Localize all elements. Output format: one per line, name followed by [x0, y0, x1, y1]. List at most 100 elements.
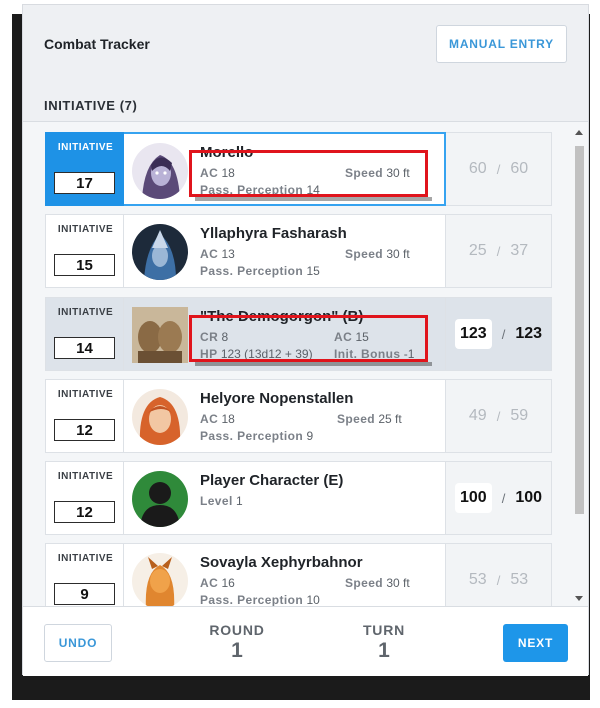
- combatant-name: Morello: [200, 144, 254, 161]
- scroll-up-arrow-icon[interactable]: [575, 130, 583, 135]
- initiative-input[interactable]: 15: [54, 254, 115, 276]
- scrollbar[interactable]: [572, 124, 586, 606]
- speed-stat: Speed 30 ft: [345, 576, 410, 590]
- turn-label: TURN: [362, 622, 406, 638]
- ac-stat: AC 18: [200, 412, 235, 426]
- initiative-label: INITIATIVE: [57, 471, 114, 482]
- hp-cell[interactable]: 123 / 123: [446, 297, 552, 371]
- page-title: Combat Tracker: [44, 36, 150, 52]
- initiative-input[interactable]: 17: [54, 172, 115, 194]
- hp-cell[interactable]: 60 / 60: [446, 132, 552, 206]
- ac-stat: AC 16: [200, 576, 235, 590]
- ac-stat: AC 15: [334, 330, 369, 344]
- hp-separator: /: [496, 572, 501, 588]
- hp-max: 59: [510, 407, 529, 424]
- perception-stat: Pass. Perception 9: [200, 429, 314, 443]
- combatant-row[interactable]: INITIATIVE 12 Helyore Nopenstallen AC 18…: [45, 379, 552, 453]
- combatant-card[interactable]: Helyore Nopenstallen AC 18 Speed 25 ft P…: [124, 379, 446, 453]
- combatant-name: Yllaphyra Fasharash: [200, 225, 347, 242]
- combatant-card[interactable]: Player Character (E) Level 1: [124, 461, 446, 535]
- hp-cell[interactable]: 49 / 59: [446, 379, 552, 453]
- initiative-label: INITIATIVE: [57, 553, 114, 564]
- cr-stat: CR 8: [200, 330, 229, 344]
- initiative-cell: INITIATIVE 15: [45, 214, 124, 288]
- combatant-card[interactable]: Yllaphyra Fasharash AC 13 Speed 30 ft Pa…: [124, 214, 446, 288]
- hp-current: 60: [468, 160, 487, 177]
- initiative-section-title: INITIATIVE (7): [44, 98, 138, 113]
- turn-value: 1: [378, 639, 390, 662]
- hp-current: 25: [468, 242, 487, 259]
- combatant-row[interactable]: INITIATIVE 15 Yllaphyra Fasharash AC 13 …: [45, 214, 552, 288]
- initiative-input[interactable]: 14: [54, 337, 115, 359]
- combatant-row[interactable]: INITIATIVE 14 "The Demogorgon" (B) CR 8 …: [45, 297, 552, 371]
- perception-stat: Pass. Perception 14: [200, 183, 320, 197]
- hp-current-input[interactable]: 100: [454, 483, 492, 513]
- initiative-label: INITIATIVE: [57, 389, 114, 400]
- scrollbar-thumb[interactable]: [575, 146, 584, 514]
- undo-button[interactable]: UNDO: [44, 624, 112, 662]
- scroll-down-arrow-icon[interactable]: [575, 596, 583, 601]
- hp-separator: /: [501, 326, 506, 342]
- speed-stat: Speed 30 ft: [345, 247, 410, 261]
- perception-stat: Pass. Perception 15: [200, 264, 320, 278]
- initiative-input[interactable]: 9: [54, 583, 115, 605]
- initiative-cell: INITIATIVE 14: [45, 297, 124, 371]
- hp-current-input[interactable]: 123: [454, 319, 492, 349]
- round-label: ROUND: [209, 622, 265, 638]
- avatar: [132, 389, 188, 445]
- initiative-cell: INITIATIVE 12: [45, 379, 124, 453]
- hp-max: 100: [515, 489, 543, 506]
- hp-max: 53: [510, 571, 529, 588]
- initiative-label: INITIATIVE: [57, 142, 114, 153]
- initiative-label: INITIATIVE: [57, 307, 114, 318]
- footer-bar: UNDO ROUND 1 TURN 1 NEXT: [23, 606, 588, 676]
- perception-stat: Pass. Perception 10: [200, 593, 320, 607]
- initiative-input[interactable]: 12: [54, 501, 115, 523]
- initiative-cell: INITIATIVE 17: [45, 132, 124, 206]
- hp-cell[interactable]: 53 / 53: [446, 543, 552, 607]
- ac-stat: AC 18: [200, 166, 235, 180]
- initiative-cell: INITIATIVE 9: [45, 543, 124, 607]
- avatar: [132, 307, 188, 363]
- hp-separator: /: [496, 161, 501, 177]
- initiative-input[interactable]: 12: [54, 419, 115, 441]
- avatar: [132, 143, 188, 199]
- combatant-row[interactable]: INITIATIVE 9 Sovayla Xephyrbahnor AC 16 …: [45, 543, 552, 607]
- initiative-label: INITIATIVE: [57, 224, 114, 235]
- combatant-name: Sovayla Xephyrbahnor: [200, 554, 363, 571]
- combatant-card[interactable]: Sovayla Xephyrbahnor AC 16 Speed 30 ft P…: [124, 543, 446, 607]
- init-bonus-stat: Init. Bonus -1: [334, 347, 415, 361]
- hp-current: 53: [468, 571, 487, 588]
- combatant-name: Player Character (E): [200, 472, 344, 489]
- hp-cell[interactable]: 100 / 100: [446, 461, 552, 535]
- avatar: [132, 553, 188, 607]
- ac-stat: AC 13: [200, 247, 235, 261]
- combatant-card[interactable]: Morello AC 18 Speed 30 ft Pass. Percepti…: [124, 132, 446, 206]
- next-button[interactable]: NEXT: [503, 624, 568, 662]
- hp-max: 60: [510, 160, 529, 177]
- hp-separator: /: [501, 490, 506, 506]
- round-counter: ROUND 1: [197, 622, 277, 663]
- combat-tracker-panel: Combat Tracker MANUAL ENTRY INITIATIVE (…: [22, 4, 589, 676]
- combatant-card[interactable]: "The Demogorgon" (B) CR 8 AC 15 HP 123 (…: [124, 297, 446, 371]
- speed-stat: Speed 30 ft: [345, 166, 410, 180]
- manual-entry-button[interactable]: MANUAL ENTRY: [436, 25, 567, 63]
- combatant-row[interactable]: INITIATIVE 12 Player Character (E) Level…: [45, 461, 552, 535]
- hp-separator: /: [496, 408, 501, 424]
- avatar: [132, 224, 188, 280]
- round-value: 1: [231, 639, 243, 662]
- initiative-list[interactable]: INITIATIVE 17 Morello AC 18 Speed 30 ft …: [23, 121, 588, 607]
- combatant-name: "The Demogorgon" (B): [200, 308, 364, 325]
- combatant-row[interactable]: INITIATIVE 17 Morello AC 18 Speed 30 ft …: [45, 132, 552, 206]
- combatant-name: Helyore Nopenstallen: [200, 390, 354, 407]
- hp-separator: /: [496, 243, 501, 259]
- hp-formula-stat: HP 123 (13d12 + 39): [200, 347, 313, 361]
- turn-counter: TURN 1: [344, 622, 424, 663]
- avatar: [132, 471, 188, 527]
- level-stat: Level 1: [200, 494, 243, 508]
- hp-max: 123: [515, 325, 543, 342]
- hp-max: 37: [510, 242, 529, 259]
- hp-cell[interactable]: 25 / 37: [446, 214, 552, 288]
- speed-stat: Speed 25 ft: [337, 412, 402, 426]
- initiative-cell: INITIATIVE 12: [45, 461, 124, 535]
